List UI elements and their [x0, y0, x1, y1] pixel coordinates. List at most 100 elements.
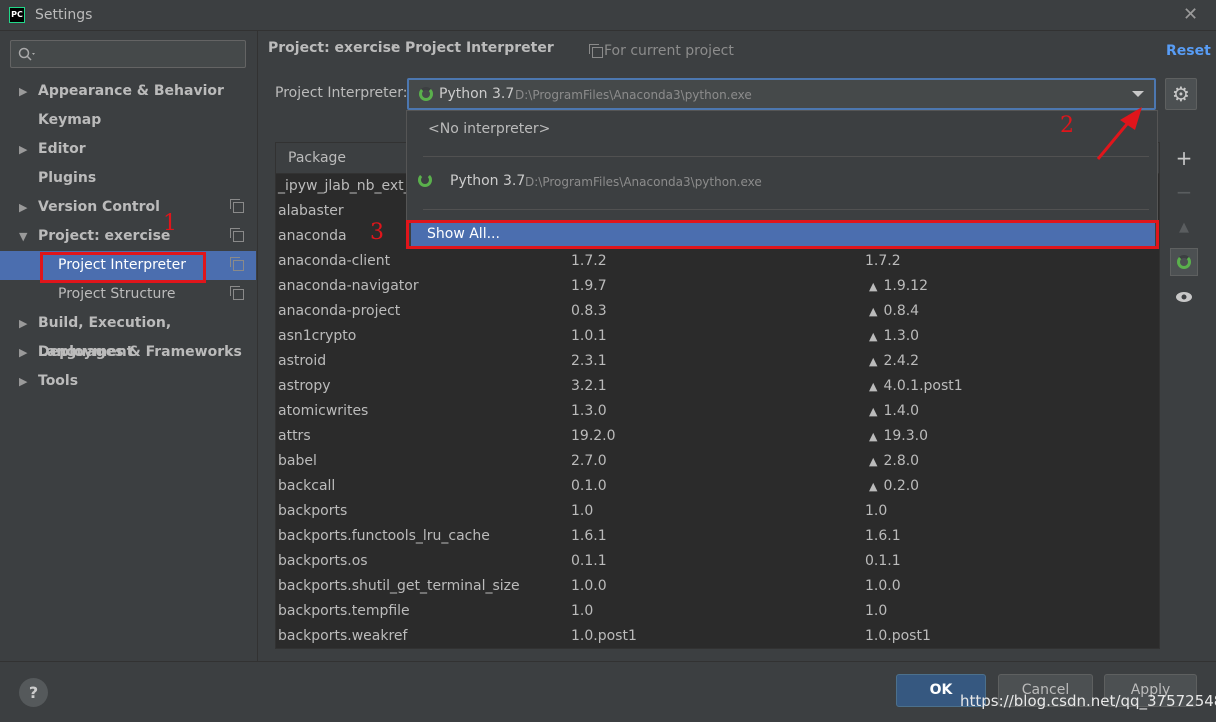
sidebar-item-label: Editor [38, 141, 86, 157]
table-row[interactable]: backports.tempfile 1.0 1.0 [276, 600, 1159, 625]
version-cell: 1.6.1 [571, 528, 607, 544]
latest-version-text: 0.8.4 [883, 303, 920, 319]
latest-version-text: 1.7.2 [865, 253, 901, 269]
latest-version-cell: ▲ 1.3.0 [869, 328, 919, 344]
for-current-project-label: For current project [604, 43, 734, 59]
expand-arrow-icon: ▶ [19, 375, 28, 388]
latest-version-cell: ▲ 1.4.0 [869, 403, 919, 419]
sidebar-item-appearance[interactable]: ▶ Appearance & Behavior [0, 77, 256, 106]
latest-version-text: 1.0.0 [865, 578, 901, 594]
help-button[interactable]: ? [19, 678, 48, 707]
table-row[interactable]: anaconda-client 1.7.2 1.7.2 [276, 250, 1159, 275]
sidebar-item-version-control[interactable]: ▶ Version Control [0, 193, 256, 222]
latest-version-text: 1.0.post1 [865, 628, 931, 644]
latest-version-cell: ▲ 4.0.1.post1 [869, 378, 963, 394]
column-header-package[interactable]: Package [288, 150, 346, 166]
gear-icon[interactable]: ⚙ [1165, 78, 1197, 110]
sidebar-item-project-structure[interactable]: Project Structure [0, 280, 256, 309]
option-path: D:\ProgramFiles\Anaconda3\python.exe [525, 175, 762, 189]
sidebar-item-project[interactable]: ▼ Project: exercise [0, 222, 256, 251]
latest-version-cell: 1.0 [865, 503, 887, 519]
sidebar-item-label: Appearance & Behavior [38, 83, 224, 99]
refresh-spinner-icon[interactable] [1170, 248, 1198, 276]
project-scope-icon [230, 257, 244, 271]
latest-version-text: 1.6.1 [865, 528, 901, 544]
remove-package-button[interactable]: − [1170, 178, 1198, 206]
expand-arrow-icon: ▶ [19, 143, 28, 156]
package-name-cell: backports.weakref [278, 628, 408, 644]
divider [423, 209, 1149, 210]
interpreter-path: D:\ProgramFiles\Anaconda3\python.exe [515, 88, 752, 102]
latest-version-cell: ▲ 2.8.0 [869, 453, 919, 469]
project-scope-icon [230, 286, 244, 300]
expand-arrow-icon: ▶ [19, 346, 28, 359]
table-row[interactable]: astroid 2.3.1 ▲ 2.4.2 [276, 350, 1159, 375]
annotation-number-2: 2 [1060, 113, 1074, 138]
loading-spinner-icon [418, 173, 432, 187]
table-row[interactable]: anaconda-navigator 1.9.7 ▲ 1.9.12 [276, 275, 1159, 300]
version-cell: 0.1.0 [571, 478, 607, 494]
eye-icon[interactable] [1170, 282, 1198, 310]
version-cell: 1.0.0 [571, 578, 607, 594]
latest-version-cell: 1.7.2 [865, 253, 901, 269]
version-cell: 1.0.1 [571, 328, 607, 344]
expand-arrow-icon: ▶ [19, 85, 28, 98]
table-row[interactable]: astropy 3.2.1 ▲ 4.0.1.post1 [276, 375, 1159, 400]
table-row[interactable]: backports.os 0.1.1 0.1.1 [276, 550, 1159, 575]
close-icon[interactable]: ✕ [1183, 4, 1198, 25]
annotation-box-3 [406, 220, 1159, 249]
upgrade-package-button[interactable]: ▲ [1170, 214, 1198, 242]
sidebar-item-plugins[interactable]: Plugins [0, 164, 256, 193]
package-name-cell: _ipyw_jlab_nb_ext_c [278, 178, 419, 194]
sidebar-item-build[interactable]: ▶ Build, Execution, Deployment [0, 309, 256, 360]
reset-link[interactable]: Reset [1166, 43, 1211, 59]
package-name-cell: asn1crypto [278, 328, 357, 344]
table-row[interactable]: backports.weakref 1.0.post1 1.0.post1 [276, 625, 1159, 648]
add-package-button[interactable]: + [1170, 144, 1198, 172]
sidebar-item-label: Project Structure [58, 286, 176, 302]
sidebar-item-tools[interactable]: ▶ Tools [0, 367, 256, 396]
version-cell: 1.9.7 [571, 278, 607, 294]
package-name-cell: anaconda-project [278, 303, 401, 319]
version-cell: 1.3.0 [571, 403, 607, 419]
table-row[interactable]: backports 1.0 1.0 [276, 500, 1159, 525]
sidebar-item-editor[interactable]: ▶ Editor [0, 135, 256, 164]
latest-version-cell: ▲ 19.3.0 [869, 428, 928, 444]
dropdown-option-python37[interactable]: Python 3.7 D:\ProgramFiles\Anaconda3\pyt… [407, 171, 1157, 193]
latest-version-cell: 0.1.1 [865, 553, 901, 569]
latest-version-text: 1.3.0 [883, 328, 920, 344]
pycharm-logo-icon: PC [9, 7, 25, 23]
latest-version-cell: 1.0.0 [865, 578, 901, 594]
expand-arrow-icon: ▶ [19, 201, 28, 214]
option-name: Python 3.7 [450, 173, 526, 189]
sidebar-item-languages[interactable]: ▶ Languages & Frameworks [0, 338, 256, 367]
search-input[interactable] [10, 40, 246, 68]
latest-version-cell: ▲ 0.8.4 [869, 303, 919, 319]
package-name-cell: astropy [278, 378, 331, 394]
package-name-cell: backports.shutil_get_terminal_size [278, 578, 520, 594]
chevron-down-icon[interactable] [1132, 91, 1144, 97]
latest-version-cell: 1.0.post1 [865, 628, 931, 644]
latest-version-text: 0.2.0 [883, 478, 920, 494]
latest-version-text: 19.3.0 [883, 428, 928, 444]
sidebar-item-keymap[interactable]: Keymap [0, 106, 256, 135]
package-name-cell: babel [278, 453, 317, 469]
interpreter-select[interactable]: Python 3.7 D:\ProgramFiles\Anaconda3\pyt… [407, 78, 1156, 110]
table-row[interactable]: atomicwrites 1.3.0 ▲ 1.4.0 [276, 400, 1159, 425]
table-row[interactable]: anaconda-project 0.8.3 ▲ 0.8.4 [276, 300, 1159, 325]
sidebar-item-label: Project: exercise [38, 228, 171, 244]
search-icon [18, 47, 35, 61]
watermark: https://blog.csdn.net/qq_37572548 [960, 692, 1216, 710]
latest-version-cell: ▲ 2.4.2 [869, 353, 919, 369]
version-cell: 1.7.2 [571, 253, 607, 269]
upgrade-available-icon: ▲ [869, 480, 878, 493]
table-row[interactable]: attrs 19.2.0 ▲ 19.3.0 [276, 425, 1159, 450]
project-scope-icon [230, 199, 244, 213]
table-row[interactable]: backcall 0.1.0 ▲ 0.2.0 [276, 475, 1159, 500]
table-row[interactable]: backports.shutil_get_terminal_size 1.0.0 1… [276, 575, 1159, 600]
table-row[interactable]: babel 2.7.0 ▲ 2.8.0 [276, 450, 1159, 475]
table-row[interactable]: backports.functools_lru_cache 1.6.1 1.6.1 [276, 525, 1159, 550]
package-name-cell: atomicwrites [278, 403, 369, 419]
table-row[interactable]: asn1crypto 1.0.1 ▲ 1.3.0 [276, 325, 1159, 350]
latest-version-text: 4.0.1.post1 [883, 378, 963, 394]
